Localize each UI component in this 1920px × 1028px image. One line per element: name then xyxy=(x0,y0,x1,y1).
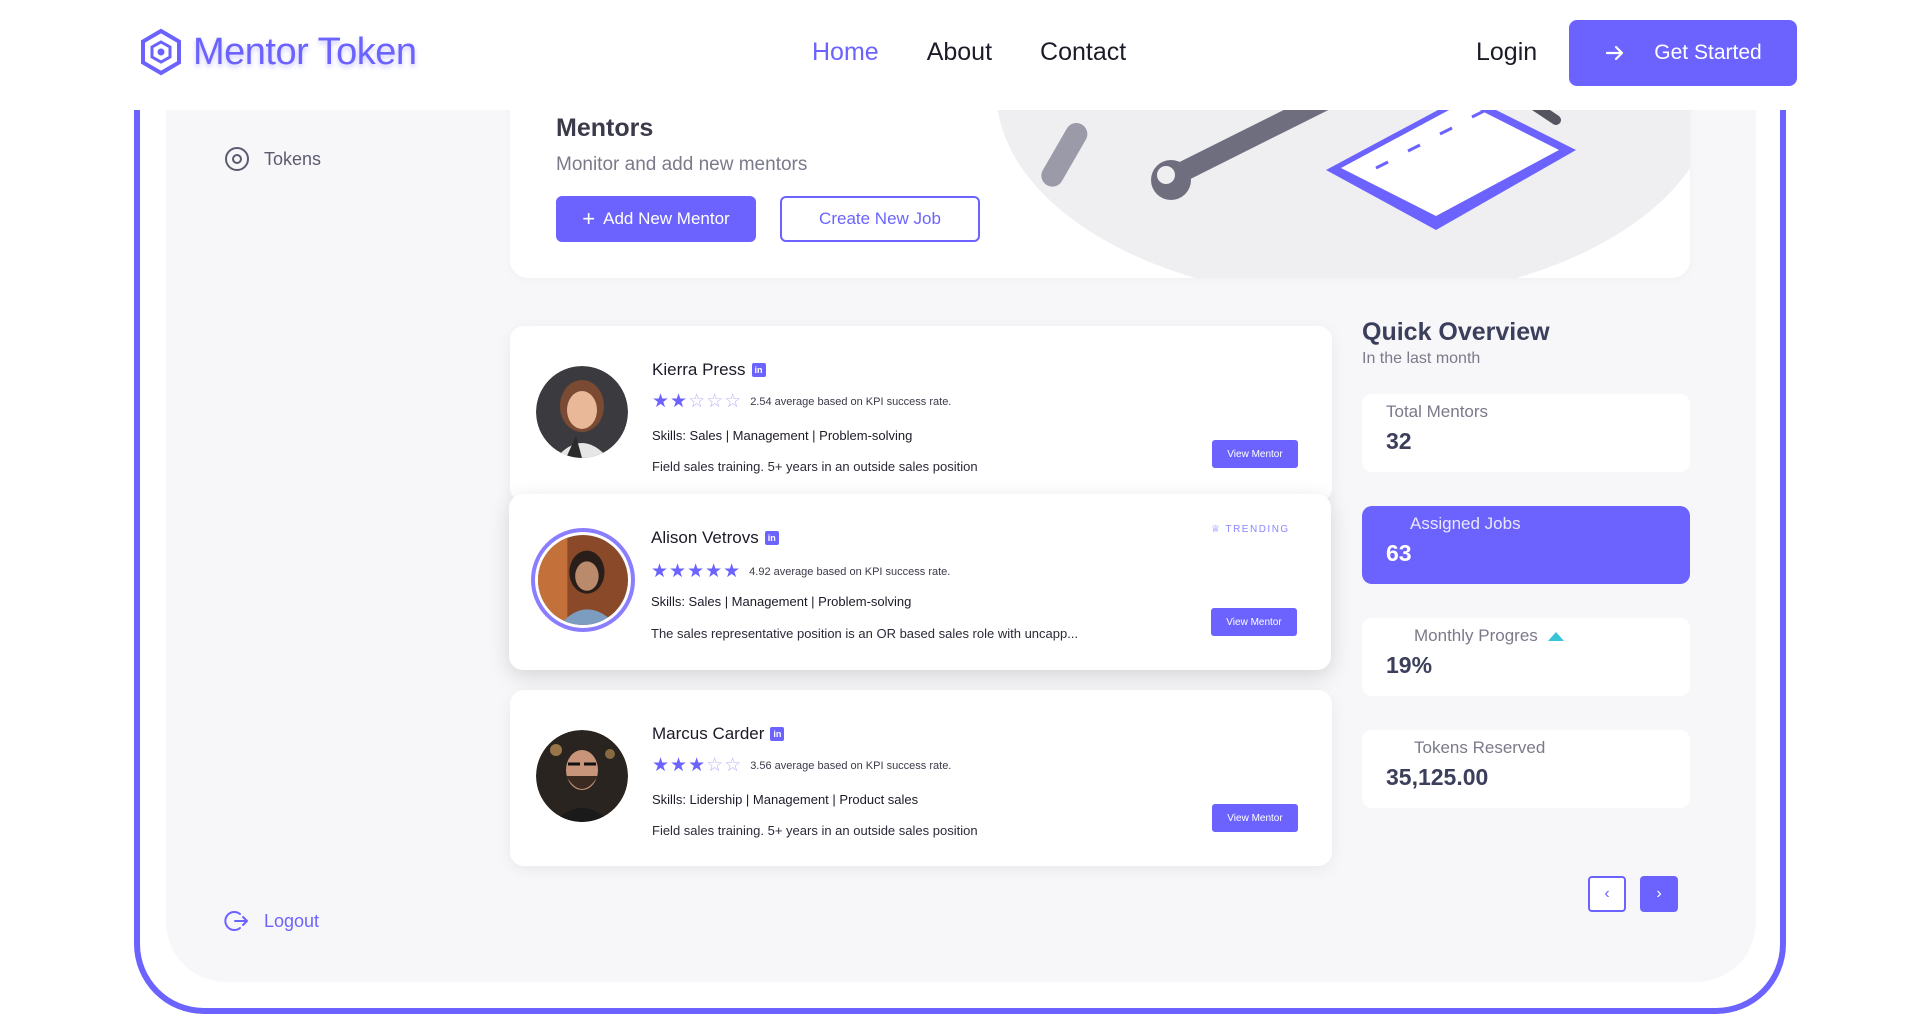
view-mentor-button[interactable]: View Mentor xyxy=(1212,804,1298,832)
nav-home[interactable]: Home xyxy=(812,38,879,67)
stat-value: 32 xyxy=(1386,428,1412,454)
main-nav: Home About Contact xyxy=(812,38,1126,67)
tools-illustration xyxy=(997,110,1690,278)
mentor-card: Kierra Press in ★★☆☆☆ 2.54 average based… xyxy=(510,326,1332,502)
star-rating-icon: ★★★☆☆ xyxy=(652,755,743,776)
stat-label: Assigned Jobs xyxy=(1410,514,1521,533)
stat-label-text: Monthly Progres xyxy=(1414,626,1538,645)
mentor-photo xyxy=(536,366,628,458)
login-link[interactable]: Login xyxy=(1476,38,1537,67)
dashboard-screen: Tokens Logout Mentors Monitor and add ne… xyxy=(166,110,1756,982)
mentor-name-text: Kierra Press xyxy=(652,360,746,379)
stat-total-mentors: Total Mentors 32 xyxy=(1362,394,1690,472)
hexagon-logo-icon xyxy=(141,28,181,76)
logout-label: Logout xyxy=(264,910,320,931)
add-mentor-label: Add New Mentor xyxy=(603,209,730,228)
nav-contact[interactable]: Contact xyxy=(1040,38,1126,67)
page-title: Mentors xyxy=(556,114,654,142)
stat-value: 35,125.00 xyxy=(1386,764,1489,790)
linkedin-icon[interactable]: in xyxy=(770,727,785,741)
avatar xyxy=(536,366,628,458)
star-rating-icon: ★★☆☆☆ xyxy=(652,391,743,412)
star-rating-icon: ★★★★★ xyxy=(651,561,742,582)
mentor-skills: Skills: Sales | Management | Problem-sol… xyxy=(652,428,913,443)
stat-value: 63 xyxy=(1386,540,1412,566)
trend-up-icon xyxy=(1547,632,1564,642)
linkedin-icon[interactable]: in xyxy=(764,531,779,545)
mentor-description: The sales representative position is an … xyxy=(651,626,1079,641)
quick-overview-title: Quick Overview xyxy=(1362,318,1550,346)
get-started-button[interactable]: Get Started xyxy=(1569,20,1797,86)
avatar xyxy=(536,730,628,822)
view-mentor-button[interactable]: View Mentor xyxy=(1212,440,1298,468)
next-page-button[interactable]: › xyxy=(1640,876,1678,912)
brand-name: Mentor Token xyxy=(193,30,417,73)
trophy-icon: ♕ xyxy=(1211,524,1222,535)
rating-text: 4.92 average based on KPI success rate. xyxy=(749,565,951,578)
mentor-name-text: Marcus Carder xyxy=(652,724,765,743)
add-new-mentor-button[interactable]: + Add New Mentor xyxy=(556,196,756,242)
stat-tokens-reserved: Tokens Reserved 35,125.00 xyxy=(1362,730,1690,808)
rating-text: 3.56 average based on KPI success rate. xyxy=(750,759,952,772)
stat-value: 19% xyxy=(1386,652,1433,678)
mentor-card: Alison Vetrovs in ♕ TRENDING ★★★★★ 4.92 … xyxy=(509,494,1331,670)
mentor-card: Marcus Carder in ★★★☆☆ 3.56 average base… xyxy=(510,690,1332,866)
mentor-name: Marcus Carder in xyxy=(652,724,785,744)
stat-label: Tokens Reserved xyxy=(1414,738,1546,757)
trending-badge: ♕ TRENDING xyxy=(1211,524,1290,535)
avatar xyxy=(531,528,635,632)
previous-page-button[interactable]: ‹ xyxy=(1588,876,1626,912)
sidebar-item-logout[interactable]: Logout xyxy=(224,908,319,934)
target-icon xyxy=(225,147,249,171)
stat-label: Total Mentors xyxy=(1386,402,1489,421)
mentors-header-card: Mentors Monitor and add new mentors + Ad… xyxy=(510,110,1690,278)
mentor-rating: ★★★★★ 4.92 average based on KPI success … xyxy=(651,560,950,583)
top-navigation: Mentor Token Home About Contact Login Ge… xyxy=(0,0,1920,110)
mentor-photo xyxy=(538,535,628,625)
mentor-skills: Skills: Sales | Management | Problem-sol… xyxy=(651,594,912,609)
create-new-job-button[interactable]: Create New Job xyxy=(780,196,980,242)
stat-monthly-progress: Monthly Progres 19% xyxy=(1362,618,1690,696)
trending-label: TRENDING xyxy=(1225,524,1290,535)
sidebar-item-label: Tokens xyxy=(264,148,322,169)
mentor-rating: ★★★☆☆ 3.56 average based on KPI success … xyxy=(652,754,951,777)
sidebar-item-tokens[interactable]: Tokens xyxy=(224,146,321,172)
brand-logo[interactable]: Mentor Token xyxy=(139,28,417,76)
mentor-name: Kierra Press in xyxy=(652,360,766,380)
mentor-photo xyxy=(536,730,628,822)
mentor-description: Field sales training. 5+ years in an out… xyxy=(652,459,978,474)
get-started-label: Get Started xyxy=(1654,41,1762,64)
mentor-skills: Skills: Lidership | Management | Product… xyxy=(652,792,919,807)
stat-label: Monthly Progres xyxy=(1414,626,1564,646)
rating-text: 2.54 average based on KPI success rate. xyxy=(750,395,952,408)
page-subtitle: Monitor and add new mentors xyxy=(556,154,808,175)
arrow-right-icon xyxy=(1606,45,1624,61)
view-mentor-button[interactable]: View Mentor xyxy=(1211,608,1297,636)
linkedin-icon[interactable]: in xyxy=(751,363,766,377)
mentor-name: Alison Vetrovs in xyxy=(651,528,779,548)
quick-overview-subtitle: In the last month xyxy=(1362,350,1481,367)
plus-icon: + xyxy=(582,206,596,231)
stat-assigned-jobs: Assigned Jobs 63 xyxy=(1362,506,1690,584)
mentor-name-text: Alison Vetrovs xyxy=(651,528,759,547)
mentor-description: Field sales training. 5+ years in an out… xyxy=(652,823,978,838)
logout-icon xyxy=(224,911,248,931)
mentor-rating: ★★☆☆☆ 2.54 average based on KPI success … xyxy=(652,390,951,413)
nav-about[interactable]: About xyxy=(927,38,992,67)
